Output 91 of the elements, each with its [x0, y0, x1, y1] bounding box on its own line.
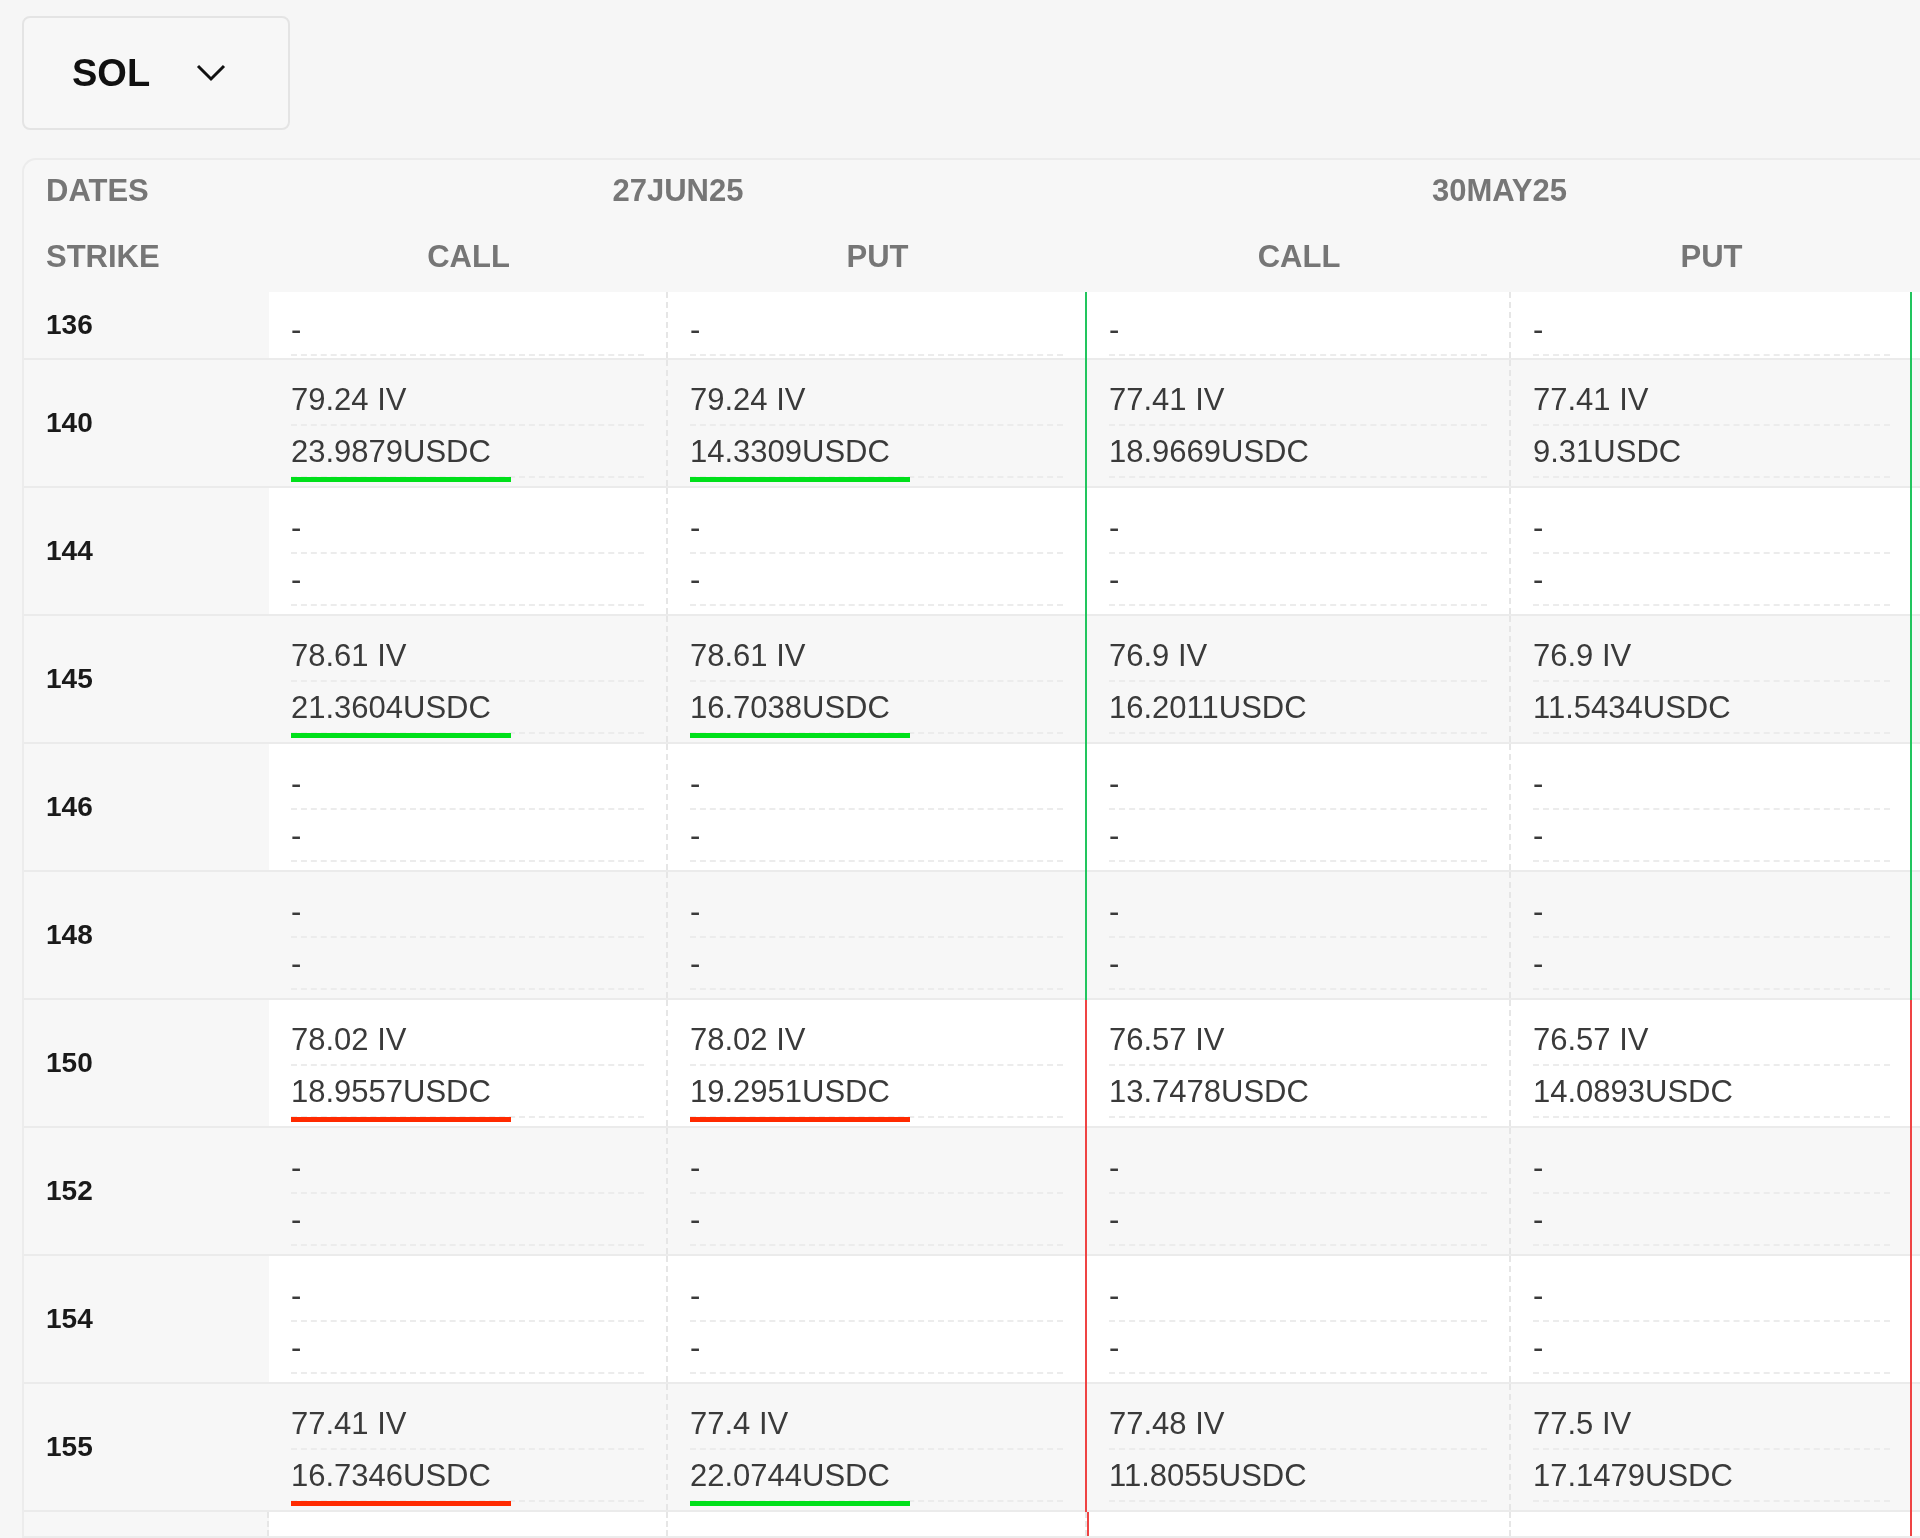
- option-quote[interactable]: 14.3309USDC: [690, 434, 890, 470]
- column-header: DATES: [45, 173, 149, 209]
- option-quote[interactable]: -: [690, 946, 701, 982]
- option-quote[interactable]: -: [1109, 510, 1120, 546]
- strike-price: 136: [24, 292, 269, 358]
- option-quote[interactable]: -: [291, 1330, 302, 1366]
- option-quote[interactable]: 18.9669USDC: [1109, 434, 1309, 470]
- option-quote[interactable]: -: [1533, 562, 1544, 598]
- option-quote[interactable]: 77.41 IV: [1533, 382, 1649, 418]
- option-quote[interactable]: 17.1479USDC: [1533, 1458, 1733, 1494]
- option-quote[interactable]: -: [1109, 1330, 1120, 1366]
- asset-dropdown[interactable]: SOL: [22, 16, 290, 130]
- option-quote[interactable]: 78.61 IV: [291, 638, 407, 674]
- option-quote[interactable]: -: [291, 1202, 302, 1238]
- column-header: STRIKE: [45, 239, 160, 275]
- option-quote[interactable]: -: [1533, 1202, 1544, 1238]
- option-quote[interactable]: 13.7478USDC: [1109, 1074, 1309, 1110]
- option-quote[interactable]: -: [291, 562, 302, 598]
- option-quote[interactable]: -: [1109, 894, 1120, 930]
- option-quote[interactable]: -: [690, 562, 701, 598]
- option-quote[interactable]: -: [1533, 818, 1544, 854]
- option-quote[interactable]: -: [1533, 312, 1544, 348]
- option-quote[interactable]: -: [291, 1278, 302, 1314]
- option-quote[interactable]: 22.0744USDC: [690, 1458, 890, 1494]
- option-quote[interactable]: -: [690, 1150, 701, 1186]
- option-quote[interactable]: -: [291, 766, 302, 802]
- strike-price: 154: [24, 1256, 269, 1382]
- option-quote[interactable]: -: [690, 766, 701, 802]
- option-quote[interactable]: -: [690, 818, 701, 854]
- option-quote[interactable]: -: [1109, 312, 1120, 348]
- option-quote[interactable]: 11.8055USDC: [1109, 1458, 1307, 1494]
- option-quote[interactable]: -: [690, 894, 701, 930]
- option-quote[interactable]: -: [1533, 1150, 1544, 1186]
- option-quote[interactable]: -: [291, 510, 302, 546]
- chevron-down-icon: [196, 64, 227, 82]
- column-header: CALL: [1257, 239, 1341, 275]
- option-quote[interactable]: -: [1533, 766, 1544, 802]
- column-header: CALL: [427, 239, 510, 275]
- option-quote[interactable]: 76.9 IV: [1533, 638, 1632, 674]
- option-quote[interactable]: -: [1109, 562, 1120, 598]
- option-quote[interactable]: 76.57 IV: [1533, 1022, 1649, 1058]
- option-quote[interactable]: -: [690, 1278, 701, 1314]
- option-quote[interactable]: 77.5 IV: [1533, 1406, 1632, 1442]
- option-quote[interactable]: -: [291, 894, 302, 930]
- option-quote[interactable]: 16.7346USDC: [291, 1458, 491, 1494]
- option-quote[interactable]: -: [291, 1150, 302, 1186]
- option-quote[interactable]: -: [1533, 894, 1544, 930]
- option-quote[interactable]: 77.41 IV: [291, 1406, 407, 1442]
- option-quote[interactable]: -: [1109, 1202, 1120, 1238]
- option-quote[interactable]: -: [1533, 1278, 1544, 1314]
- option-quote[interactable]: -: [291, 946, 302, 982]
- option-quote[interactable]: -: [690, 312, 701, 348]
- option-quote[interactable]: -: [1109, 818, 1120, 854]
- option-quote[interactable]: 19.2951USDC: [690, 1074, 890, 1110]
- option-quote[interactable]: 79.24 IV: [690, 382, 806, 418]
- option-quote[interactable]: 16.7038USDC: [690, 690, 890, 726]
- option-quote[interactable]: -: [291, 312, 302, 348]
- option-quote[interactable]: 9.31USDC: [1533, 434, 1682, 470]
- option-quote[interactable]: -: [291, 818, 302, 854]
- option-quote[interactable]: 14.0893USDC: [1533, 1074, 1733, 1110]
- option-quote[interactable]: -: [690, 1202, 701, 1238]
- option-quote[interactable]: 77.41 IV: [1109, 382, 1225, 418]
- option-quote[interactable]: 78.02 IV: [690, 1022, 806, 1058]
- option-quote[interactable]: -: [690, 1330, 701, 1366]
- option-quote[interactable]: 78.61 IV: [690, 638, 806, 674]
- column-header: PUT: [846, 239, 909, 275]
- option-quote[interactable]: 78.02 IV: [291, 1022, 407, 1058]
- option-quote[interactable]: 77.48 IV: [1109, 1406, 1225, 1442]
- option-quote[interactable]: 18.9557USDC: [291, 1074, 491, 1110]
- option-quote[interactable]: -: [1109, 1150, 1120, 1186]
- option-quote[interactable]: -: [1109, 766, 1120, 802]
- option-quote[interactable]: -: [1533, 510, 1544, 546]
- option-quote[interactable]: 11.5434USDC: [1533, 690, 1731, 726]
- strike-price: 150: [24, 1000, 269, 1126]
- expiry-date-header: 27JUN25: [612, 173, 744, 209]
- option-quote[interactable]: -: [1533, 1330, 1544, 1366]
- option-quote[interactable]: 23.9879USDC: [291, 434, 491, 470]
- option-quote[interactable]: 76.9 IV: [1109, 638, 1208, 674]
- option-quote[interactable]: -: [1533, 946, 1544, 982]
- expiry-date-header: 30MAY25: [1432, 173, 1567, 209]
- option-quote[interactable]: 76.57 IV: [1109, 1022, 1225, 1058]
- strike-price: 144: [24, 488, 269, 614]
- strike-price: 146: [24, 744, 269, 870]
- option-quote[interactable]: 77.4 IV: [690, 1406, 789, 1442]
- option-quote[interactable]: -: [690, 510, 701, 546]
- option-quote[interactable]: 16.2011USDC: [1109, 690, 1307, 726]
- option-quote[interactable]: -: [1109, 946, 1120, 982]
- option-quote[interactable]: -: [1109, 1278, 1120, 1314]
- column-header: PUT: [1680, 239, 1743, 275]
- option-quote[interactable]: 79.24 IV: [291, 382, 407, 418]
- option-quote[interactable]: 21.3604USDC: [291, 690, 491, 726]
